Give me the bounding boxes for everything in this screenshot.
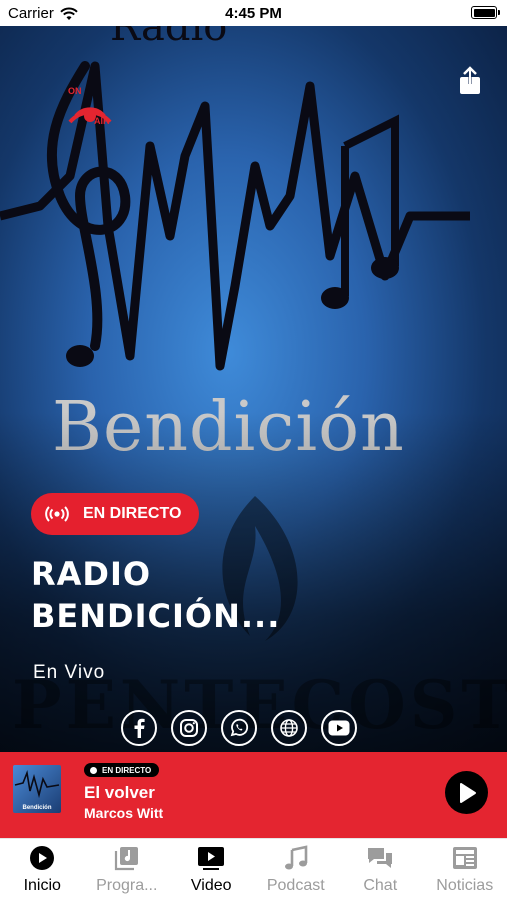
tab-label: Chat xyxy=(363,877,397,895)
tab-label: Podcast xyxy=(267,877,325,895)
tab-inicio[interactable]: Inicio xyxy=(0,839,85,901)
song-title: El volver xyxy=(84,783,155,803)
on-air-icon: ON AIR xyxy=(60,78,120,134)
social-links xyxy=(121,710,357,746)
tab-podcast[interactable]: Podcast xyxy=(254,839,339,901)
live-badge: EN DIRECTO xyxy=(31,493,199,535)
chat-bubbles-icon xyxy=(366,845,394,871)
music-note-icon xyxy=(283,845,309,871)
station-title: RADIO BENDICIÓN... xyxy=(31,553,361,637)
mini-live-badge: EN DIRECTO xyxy=(84,763,159,777)
mini-live-label: EN DIRECTO xyxy=(102,766,151,775)
tab-programas[interactable]: Progra... xyxy=(85,839,170,901)
svg-text:Radio: Radio xyxy=(110,26,227,50)
facebook-icon[interactable] xyxy=(121,710,157,746)
live-badge-label: EN DIRECTO xyxy=(83,505,181,523)
svg-text:ON: ON xyxy=(68,86,82,96)
tab-label: Video xyxy=(191,877,232,895)
tab-noticias[interactable]: Noticias xyxy=(423,839,507,901)
svg-text:AIR: AIR xyxy=(94,116,110,126)
instagram-icon[interactable] xyxy=(171,710,207,746)
video-play-icon xyxy=(197,845,225,871)
song-artist: Marcos Witt xyxy=(84,805,163,821)
station-hero: Radio Bendición PENTECOSTAL ON AIR EN DI… xyxy=(0,26,507,752)
now-playing-artwork: Bendición xyxy=(13,765,61,813)
tab-bar: Inicio Progra... Video Podcast Chat Noti… xyxy=(0,838,507,901)
status-bar: Carrier 4:45 PM xyxy=(0,0,507,26)
mini-player[interactable]: Bendición EN DIRECTO El volver Marcos Wi… xyxy=(0,752,507,838)
music-library-icon xyxy=(114,845,140,871)
tab-label: Inicio xyxy=(24,877,61,895)
share-icon[interactable] xyxy=(456,66,484,96)
play-circle-icon xyxy=(29,845,55,871)
tab-video[interactable]: Video xyxy=(169,839,254,901)
play-icon xyxy=(457,782,477,804)
newspaper-icon xyxy=(452,845,478,871)
youtube-icon[interactable] xyxy=(321,710,357,746)
status-time: 4:45 PM xyxy=(0,5,507,22)
tab-label: Progra... xyxy=(96,877,157,895)
battery-icon xyxy=(471,6,497,19)
play-button[interactable] xyxy=(445,771,488,814)
tab-chat[interactable]: Chat xyxy=(338,839,423,901)
globe-icon[interactable] xyxy=(271,710,307,746)
tab-label: Noticias xyxy=(436,877,493,895)
whatsapp-icon[interactable] xyxy=(221,710,257,746)
station-subtitle: En Vivo xyxy=(33,662,105,684)
live-dot-icon xyxy=(90,767,97,774)
broadcast-icon xyxy=(45,506,69,522)
